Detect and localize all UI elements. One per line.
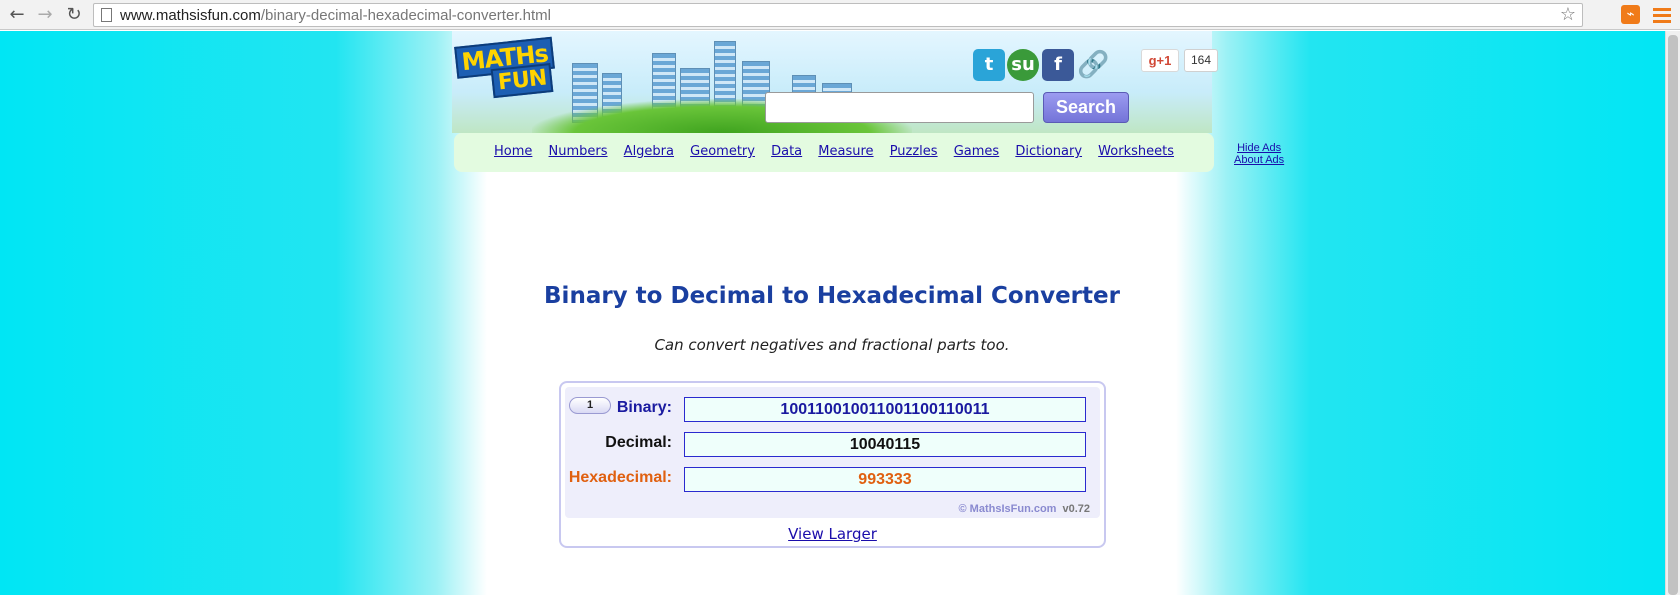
nav-numbers-link[interactable]: Numbers [549,144,608,159]
nav-measure-link[interactable]: Measure [818,144,873,159]
nav-geometry-link[interactable]: Geometry [690,144,755,159]
browser-toolbar: ← → ↻ www.mathsisfun.com/binary-decimal-… [0,0,1680,30]
search-button[interactable]: Search [1043,92,1129,123]
nav-worksheets-link[interactable]: Worksheets [1098,144,1174,159]
address-bar[interactable]: www.mathsisfun.com/binary-decimal-hexade… [93,3,1583,27]
hexadecimal-label: Hexadecimal: [568,469,672,486]
version-text: v0.72 [1062,503,1090,515]
nav-dictionary-link[interactable]: Dictionary [1015,144,1082,159]
forward-icon[interactable]: → [34,4,56,26]
nav-puzzles-link[interactable]: Puzzles [890,144,938,159]
nav-data-link[interactable]: Data [771,144,802,159]
url-path: /binary-decimal-hexadecimal-converter.ht… [260,7,551,24]
site-logo[interactable]: MATHs FUN [454,36,556,106]
google-plus-button[interactable]: g+1 [1141,49,1179,72]
bits-toggle-button[interactable]: 1 [569,397,611,414]
nav-home-link[interactable]: Home [494,144,532,159]
converter-panel: 1 Binary: 100110010011001100110011 Decim… [565,387,1100,518]
copyright-credit: © MathsIsFun.com v0.72 [959,503,1090,515]
binary-input[interactable]: 100110010011001100110011 [684,397,1086,422]
stumbleupon-icon[interactable]: su [1007,49,1039,81]
rss-icon[interactable]: ⌁ [1621,5,1640,24]
page-title: Binary to Decimal to Hexadecimal Convert… [544,283,1120,309]
page-scrollbar[interactable] [1665,31,1680,595]
url-text[interactable]: www.mathsisfun.com/binary-decimal-hexade… [120,7,551,24]
browser-menu-icon[interactable] [1653,5,1671,24]
reload-icon[interactable]: ↻ [63,4,85,26]
decimal-label: Decimal: [605,434,672,451]
hide-ads-link[interactable]: Hide Ads [1234,142,1284,154]
converter-widget: 1 Binary: 100110010011001100110011 Decim… [559,381,1106,548]
nav-algebra-link[interactable]: Algebra [624,144,674,159]
link-icon[interactable]: 🔗 [1077,49,1109,81]
facebook-icon[interactable]: f [1042,49,1074,81]
page-icon [101,8,112,22]
ads-links: Hide Ads About Ads [1234,142,1284,166]
main-navigation: Home Numbers Algebra Geometry Data Measu… [454,133,1214,172]
binary-label: Binary: [616,399,672,416]
bookmark-star-icon[interactable]: ☆ [1560,5,1576,25]
google-plus-count: 164 [1184,49,1218,72]
nav-links: Home Numbers Algebra Geometry Data Measu… [454,144,1214,159]
decimal-input[interactable]: 10040115 [684,432,1086,457]
about-ads-link[interactable]: About Ads [1234,154,1284,166]
page-subtitle: Can convert negatives and fractional par… [654,336,1010,354]
nav-games-link[interactable]: Games [954,144,999,159]
search-input[interactable] [765,92,1034,123]
twitter-icon[interactable]: t [973,49,1005,81]
hexadecimal-input[interactable]: 993333 [684,467,1086,492]
scrollbar-thumb[interactable] [1668,35,1678,595]
logo-text-fun: FUN [490,62,554,99]
url-host: www.mathsisfun.com [120,7,261,24]
credit-text: © MathsIsFun.com [958,503,1057,515]
back-icon[interactable]: ← [6,4,28,26]
view-larger-link[interactable]: View Larger [561,525,1104,543]
